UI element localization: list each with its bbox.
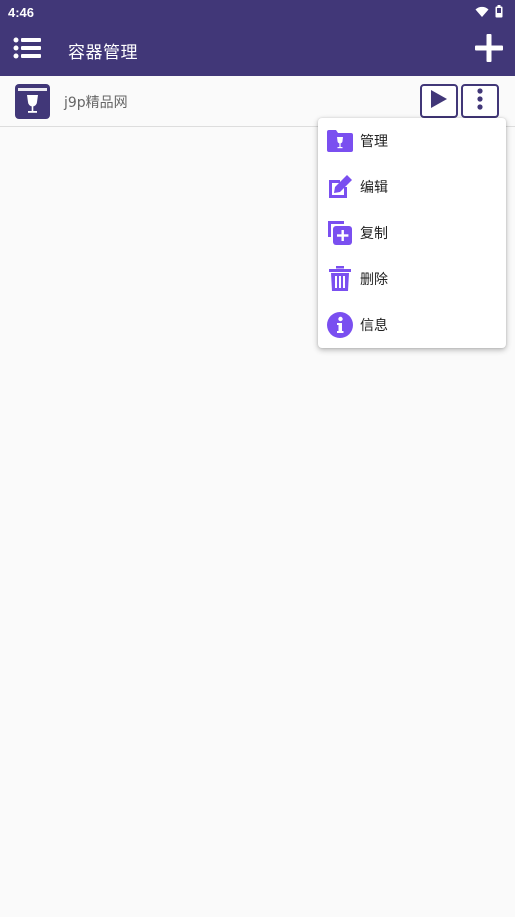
menu-item-label: 删除 xyxy=(360,272,388,288)
menu-item-label: 管理 xyxy=(360,134,388,150)
menu-item-edit[interactable]: 编辑 xyxy=(318,164,506,210)
status-icons xyxy=(475,3,503,22)
popup-menu: 管理 编辑 复制 删除 信息 xyxy=(318,118,506,348)
add-container-button[interactable] xyxy=(473,34,505,66)
edit-icon xyxy=(326,173,354,201)
menu-item-delete[interactable]: 删除 xyxy=(318,256,506,302)
list-menu-icon xyxy=(13,37,41,63)
menu-item-info[interactable]: 信息 xyxy=(318,302,506,348)
menu-item-label: 编辑 xyxy=(360,180,388,196)
run-button[interactable] xyxy=(420,84,458,118)
play-icon xyxy=(430,89,448,113)
menu-item-copy[interactable]: 复制 xyxy=(318,210,506,256)
menu-item-label: 信息 xyxy=(360,318,388,334)
list-item-label: j9p精品网 xyxy=(64,95,128,111)
wine-glass-box-icon xyxy=(15,84,50,119)
more-options-button[interactable] xyxy=(461,84,499,118)
battery-icon xyxy=(495,3,503,22)
folder-wine-icon xyxy=(326,127,354,155)
more-vertical-icon xyxy=(477,88,483,114)
menu-button[interactable] xyxy=(0,24,54,76)
menu-item-label: 复制 xyxy=(360,226,388,242)
copy-add-icon xyxy=(326,219,354,247)
app-bar: 容器管理 xyxy=(0,24,515,76)
page-title: 容器管理 xyxy=(68,42,138,63)
status-time: 4:46 xyxy=(8,4,35,20)
info-icon xyxy=(326,311,354,339)
menu-item-manage[interactable]: 管理 xyxy=(318,118,506,164)
trash-icon xyxy=(326,265,354,293)
screen: 4:46 容器管理 j9p精品网 管理 编辑 复制 删除 信息 xyxy=(0,0,515,917)
wifi-icon xyxy=(475,3,489,22)
plus-icon xyxy=(475,34,503,66)
status-bar: 4:46 xyxy=(0,0,515,24)
